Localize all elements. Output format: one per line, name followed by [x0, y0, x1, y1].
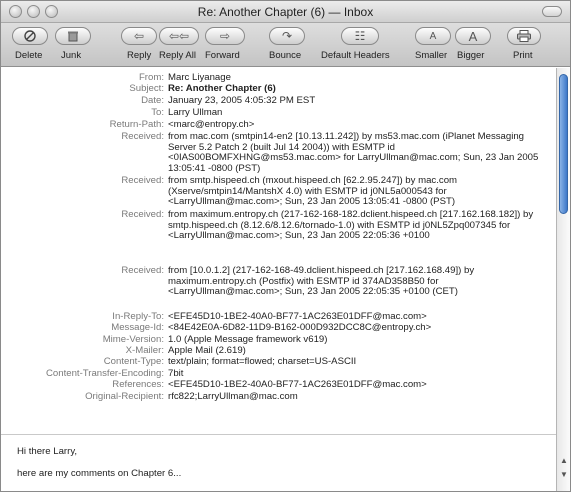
header-value: January 23, 2005 4:05:32 PM EST	[168, 95, 316, 106]
header-key: Received:	[121, 209, 164, 220]
header-value: text/plain; format=flowed; charset=US-AS…	[168, 356, 357, 367]
header-row: Mime-Version: 1.0 (Apple Message framewor…	[1, 334, 557, 346]
header-value: from maximum.entropy.ch (217-162-168-182…	[168, 209, 534, 241]
large-text-icon: A	[468, 28, 478, 44]
header-value: 1.0 (Apple Message framework v619)	[168, 334, 328, 345]
header-divider	[1, 434, 557, 435]
no-entry-icon	[24, 30, 36, 42]
header-value: Apple Mail (2.619)	[168, 345, 246, 356]
header-value: Re: Another Chapter (6)	[168, 83, 276, 94]
trash-bag-icon	[68, 31, 78, 42]
body-line: here are my comments on Chapter 6...	[17, 468, 182, 479]
header-row: To: Larry Ullman	[1, 107, 557, 119]
header-key: From:	[138, 72, 164, 83]
right-arrow-icon: ⇨	[219, 29, 231, 43]
header-key: Message-Id:	[111, 322, 164, 333]
header-key: Received:	[121, 131, 164, 142]
window-title: Re: Another Chapter (6) — Inbox	[197, 5, 374, 19]
header-key: X-Mailer:	[125, 345, 164, 356]
header-value: from mac.com (smtpin14-en2 [10.13.11.242…	[168, 131, 539, 174]
toolbar-toggle-button[interactable]	[542, 6, 562, 17]
header-row: Return-Path: <marc@entropy.ch>	[1, 119, 557, 131]
left-arrow-icon: ⇦	[133, 29, 145, 43]
header-value: <marc@entropy.ch>	[168, 119, 255, 130]
mail-window: Re: Another Chapter (6) — Inbox Delete J…	[0, 0, 571, 492]
header-row: Received: from maximum.entropy.ch (217-16…	[1, 209, 557, 266]
header-key: In-Reply-To:	[112, 311, 164, 322]
body-greeting: Hi there Larry,	[17, 446, 78, 457]
header-row: From: Marc Liyanage	[1, 72, 557, 84]
double-left-arrow-icon: ⇦⇦	[168, 29, 190, 43]
header-value: 7bit	[168, 368, 184, 379]
header-value: from [10.0.1.2] (217-162-168-49.dclient.…	[168, 265, 475, 297]
header-row: Message-Id: <84E42E0A-6D82-11D9-B162-000D…	[1, 322, 557, 334]
header-key: Received:	[121, 265, 164, 276]
header-key: Mime-Version:	[102, 334, 164, 345]
header-row: Original-Recipient: rfc822;LarryUllman@ma…	[1, 391, 557, 403]
header-key: Return-Path:	[109, 119, 164, 130]
header-key: Content-Type:	[103, 356, 164, 367]
header-key: Received:	[121, 175, 164, 186]
header-row: Received: from [10.0.1.2] (217-162-168-49…	[1, 265, 557, 300]
header-value: <EFE45D10-1BE2-40A0-BF77-1AC263E01DFF@ma…	[168, 311, 427, 322]
printer-icon	[517, 30, 531, 42]
header-key: To:	[151, 107, 164, 118]
header-key: References:	[112, 379, 164, 390]
header-row: Subject: Re: Another Chapter (6)	[1, 83, 557, 95]
vertical-scrollbar[interactable]: ▲ ▼	[556, 68, 570, 491]
toolbar: Delete Junk ⇦ Reply ⇦⇦ Reply All ⇨ Forwa…	[1, 23, 570, 67]
scroll-thumb[interactable]	[559, 74, 568, 214]
header-key: Original-Recipient:	[85, 391, 164, 402]
header-row: Content-Type: text/plain; format=flowed; …	[1, 356, 557, 368]
header-value: from smtp.hispeed.ch (mxout.hispeed.ch […	[168, 175, 458, 207]
header-value: rfc822;LarryUllman@mac.com	[168, 391, 298, 402]
scroll-up-arrow[interactable]: ▲	[559, 456, 569, 466]
header-value: <EFE45D10-1BE2-40A0-BF77-1AC263E01DFF@ma…	[168, 379, 427, 390]
header-key: Date:	[141, 95, 164, 106]
header-row: Date: January 23, 2005 4:05:32 PM EST	[1, 95, 557, 107]
headers-icon: ☷	[354, 29, 366, 43]
header-value: Larry Ullman	[168, 107, 223, 118]
title-bar: Re: Another Chapter (6) — Inbox	[1, 1, 570, 23]
scroll-down-arrow[interactable]: ▼	[559, 470, 569, 480]
header-row: Received: from mac.com (smtpin14-en2 [10.…	[1, 131, 557, 176]
header-key: Content-Transfer-Encoding:	[45, 368, 164, 379]
header-value: <84E42E0A-6D82-11D9-B162-000D932DCC8C@en…	[168, 322, 432, 333]
header-row: References: <EFE45D10-1BE2-40A0-BF77-1AC2…	[1, 379, 557, 391]
message-pane[interactable]: From: Marc Liyanage Subject: Re: Another Ch…	[1, 68, 557, 491]
small-text-icon: A	[429, 30, 437, 42]
header-row: Received: from smtp.hispeed.ch (mxout.his…	[1, 175, 557, 210]
bounce-arrow-icon: ↷	[281, 29, 293, 43]
header-key: Subject:	[129, 83, 164, 94]
header-value: Marc Liyanage	[168, 72, 231, 83]
